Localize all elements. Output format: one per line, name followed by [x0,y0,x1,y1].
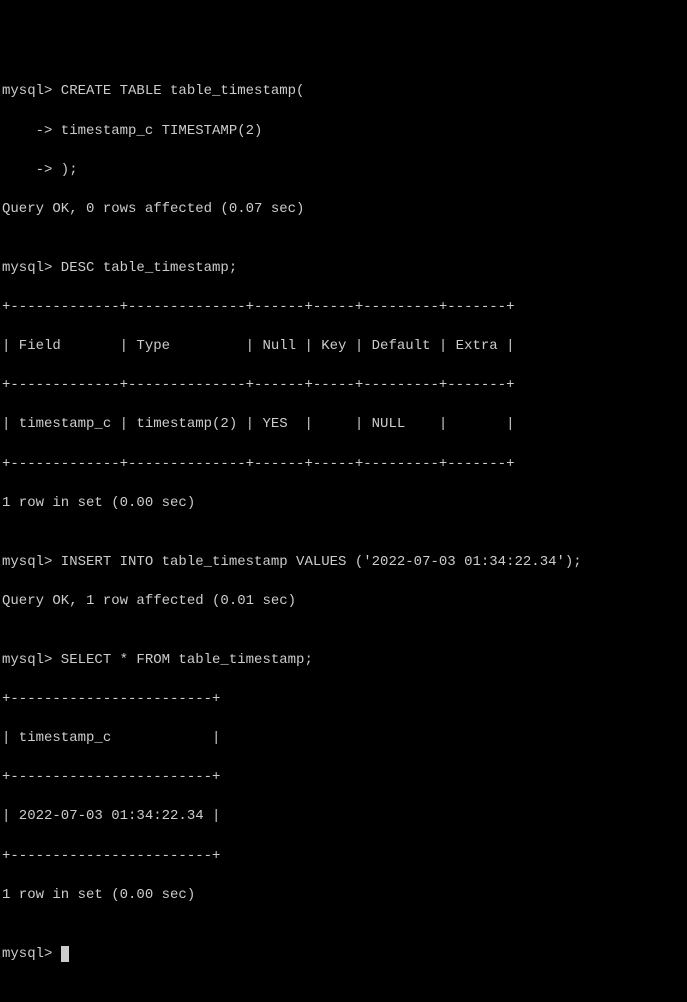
table-border: +-------------+--------------+------+---… [0,376,687,396]
terminal-line: mysql> CREATE TABLE table_timestamp( [0,82,687,102]
terminal-line: Query OK, 0 rows affected (0.07 sec) [0,200,687,220]
table-header-row: | Field | Type | Null | Key | Default | … [0,337,687,357]
prompt-text: mysql> [2,946,61,962]
table-border: +------------------------+ [0,847,687,867]
table-border: +------------------------+ [0,690,687,710]
table-border: +------------------------+ [0,768,687,788]
terminal-prompt-line[interactable]: mysql> [0,945,687,965]
terminal-line: mysql> INSERT INTO table_timestamp VALUE… [0,553,687,573]
cursor [61,946,69,962]
terminal-line: mysql> SELECT * FROM table_timestamp; [0,651,687,671]
table-data-row: | 2022-07-03 01:34:22.34 | [0,807,687,827]
terminal-line: -> ); [0,161,687,181]
terminal-line: mysql> DESC table_timestamp; [0,259,687,279]
terminal-line: -> timestamp_c TIMESTAMP(2) [0,122,687,142]
terminal-line: 1 row in set (0.00 sec) [0,494,687,514]
table-header-row: | timestamp_c | [0,729,687,749]
terminal-line: 1 row in set (0.00 sec) [0,886,687,906]
table-border: +-------------+--------------+------+---… [0,455,687,475]
table-border: +-------------+--------------+------+---… [0,298,687,318]
terminal-line: Query OK, 1 row affected (0.01 sec) [0,592,687,612]
table-data-row: | timestamp_c | timestamp(2) | YES | | N… [0,415,687,435]
